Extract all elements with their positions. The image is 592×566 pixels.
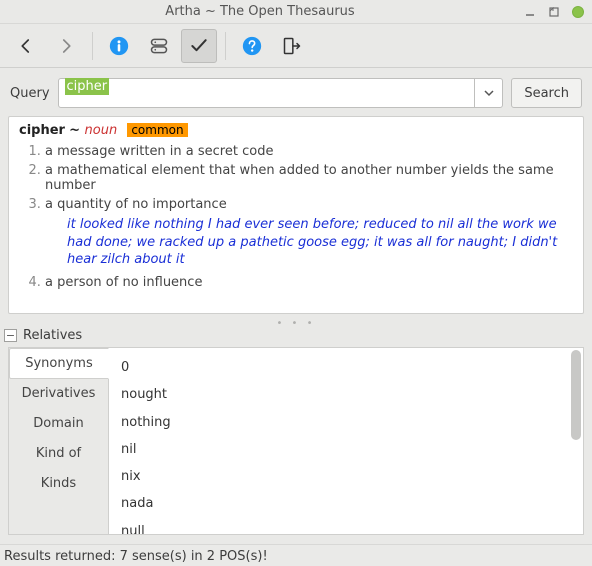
relatives-tabs: Synonyms Derivatives Domain Kind of Kind… bbox=[9, 348, 109, 534]
relatives-heading: Relatives bbox=[23, 328, 82, 343]
definitions-pane: cipher ~ noun common a message written i… bbox=[8, 116, 584, 314]
quit-button[interactable] bbox=[274, 29, 310, 63]
status-bar: Results returned: 7 sense(s) in 2 POS(s)… bbox=[0, 544, 592, 566]
query-input-wrap: cipher bbox=[58, 78, 504, 108]
search-button[interactable]: Search bbox=[511, 78, 582, 108]
exit-icon bbox=[282, 36, 302, 56]
definition-item: a message written in a secret code bbox=[45, 144, 573, 159]
check-button[interactable] bbox=[181, 29, 217, 63]
minimize-button[interactable] bbox=[522, 4, 538, 20]
query-dropdown[interactable] bbox=[474, 79, 502, 107]
definition-item: a quantity of no importance it looked li… bbox=[45, 197, 573, 269]
help-icon bbox=[241, 35, 263, 57]
check-icon bbox=[189, 36, 209, 56]
chevron-down-icon bbox=[484, 88, 494, 98]
relatives-list[interactable]: 0 nought nothing nil nix nada null bbox=[109, 348, 583, 534]
info-icon bbox=[108, 35, 130, 57]
tilde: ~ bbox=[69, 123, 84, 138]
scrollbar-thumb[interactable] bbox=[571, 350, 581, 440]
relatives-header: − Relatives bbox=[0, 328, 592, 347]
list-item[interactable]: 0 bbox=[121, 354, 571, 381]
tab-derivatives[interactable]: Derivatives bbox=[9, 379, 108, 409]
help-button[interactable] bbox=[234, 29, 270, 63]
forward-button[interactable] bbox=[48, 29, 84, 63]
close-icon bbox=[572, 6, 584, 18]
tab-kinds[interactable]: Kinds bbox=[9, 469, 108, 499]
minus-icon: − bbox=[6, 330, 15, 341]
search-input[interactable]: cipher bbox=[59, 79, 475, 107]
query-label: Query bbox=[10, 86, 50, 101]
list-item[interactable]: nix bbox=[121, 463, 571, 490]
pane-splitter[interactable]: • • • bbox=[0, 318, 592, 328]
list-item[interactable]: nada bbox=[121, 490, 571, 517]
toolbar-separator bbox=[92, 32, 93, 60]
definition-item: a mathematical element that when added t… bbox=[45, 163, 573, 193]
list-item[interactable]: nothing bbox=[121, 409, 571, 436]
entry-pos: noun bbox=[85, 123, 118, 138]
maximize-button[interactable] bbox=[546, 4, 562, 20]
grip-icon: • • • bbox=[276, 318, 315, 329]
query-value: cipher bbox=[65, 78, 110, 95]
scrollbar[interactable] bbox=[571, 350, 581, 532]
entry-word: cipher bbox=[19, 123, 65, 138]
list-item[interactable]: nought bbox=[121, 381, 571, 408]
example-text: it looked like nothing I had ever seen b… bbox=[67, 216, 573, 269]
mode-button[interactable] bbox=[141, 29, 177, 63]
window-title: Artha ~ The Open Thesaurus bbox=[6, 4, 514, 19]
tab-kind-of[interactable]: Kind of bbox=[9, 439, 108, 469]
relatives-body: Synonyms Derivatives Domain Kind of Kind… bbox=[8, 347, 584, 535]
entry-frequency: common bbox=[127, 123, 187, 137]
titlebar: Artha ~ The Open Thesaurus bbox=[0, 0, 592, 24]
back-button[interactable] bbox=[8, 29, 44, 63]
mode-icon bbox=[149, 36, 169, 56]
toolbar bbox=[0, 24, 592, 68]
list-item[interactable]: nil bbox=[121, 436, 571, 463]
relatives-list-wrap: 0 nought nothing nil nix nada null bbox=[109, 348, 583, 534]
definition-list: a message written in a secret code a mat… bbox=[27, 144, 573, 290]
list-item[interactable]: null bbox=[121, 518, 571, 534]
info-button[interactable] bbox=[101, 29, 137, 63]
query-row: Query cipher Search bbox=[0, 68, 592, 116]
entry-header: cipher ~ noun common bbox=[19, 123, 573, 138]
close-button[interactable] bbox=[570, 4, 586, 20]
collapse-button[interactable]: − bbox=[4, 329, 17, 342]
toolbar-separator bbox=[225, 32, 226, 60]
tab-domain[interactable]: Domain bbox=[9, 409, 108, 439]
definition-item: a person of no influence bbox=[45, 275, 573, 290]
tab-synonyms[interactable]: Synonyms bbox=[9, 348, 109, 379]
definition-text: a quantity of no importance bbox=[45, 197, 227, 212]
